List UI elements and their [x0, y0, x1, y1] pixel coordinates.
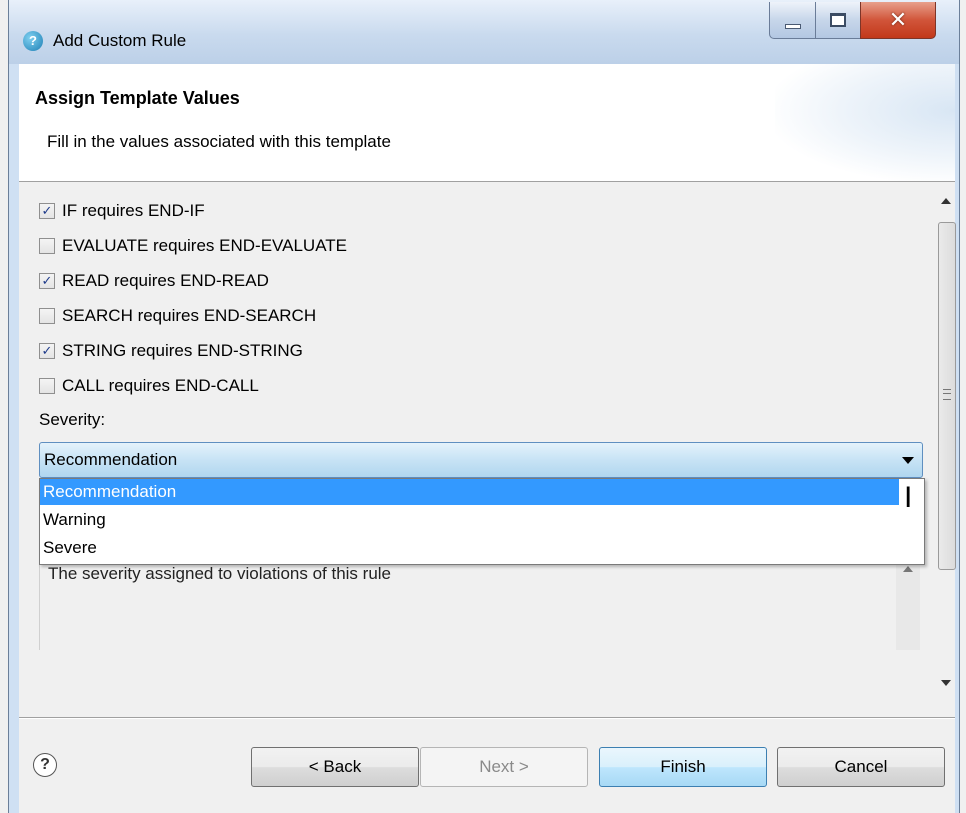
page-description: Fill in the values associated with this … [47, 132, 391, 151]
severity-dropdown-list: Recommendation Warning Severe I [39, 478, 925, 565]
checkbox-if-end-if[interactable]: ✓ IF requires END-IF [39, 198, 205, 224]
maximize-button[interactable] [815, 2, 861, 39]
minimize-button[interactable] [769, 2, 816, 39]
close-icon: ✕ [888, 7, 908, 32]
checkbox-string-end-string[interactable]: ✓ STRING requires END-STRING [39, 338, 303, 364]
checkbox-label: IF requires END-IF [62, 201, 205, 220]
help-icon[interactable]: ? [33, 753, 57, 777]
severity-combo[interactable]: Recommendation [39, 442, 923, 478]
template-values-panel: ✓ IF requires END-IF EVALUATE requires E… [19, 182, 956, 712]
panel-scrollbar[interactable] [937, 192, 956, 694]
dialog-client-area: Assign Template Values Fill in the value… [19, 64, 956, 813]
minimize-icon [784, 23, 801, 29]
checkbox-label: READ requires END-READ [62, 271, 269, 290]
severity-selected-value: Recommendation [44, 450, 178, 469]
scroll-down-icon[interactable] [941, 680, 951, 686]
page-title: Assign Template Values [35, 88, 240, 108]
title-bar[interactable]: ? Add Custom Rule ✕ [9, 0, 959, 64]
scrollbar-thumb[interactable] [938, 222, 956, 570]
checkbox-icon[interactable]: ✓ [39, 343, 55, 359]
severity-description: The severity assigned to violations of t… [48, 564, 392, 583]
wizard-header: Assign Template Values Fill in the value… [19, 64, 955, 182]
close-button[interactable]: ✕ [860, 2, 936, 39]
window-title: Add Custom Rule [53, 31, 187, 50]
checkbox-search-end-search[interactable]: SEARCH requires END-SEARCH [39, 303, 316, 329]
checkbox-icon[interactable]: ✓ [39, 273, 55, 289]
checkbox-icon[interactable] [39, 238, 55, 254]
scroll-up-icon[interactable] [941, 198, 951, 204]
severity-label: Severity: [39, 410, 106, 429]
back-button[interactable]: < Back [251, 747, 419, 787]
checkbox-icon[interactable]: ✓ [39, 203, 55, 219]
description-scrollbar[interactable] [896, 560, 920, 650]
checkbox-label: CALL requires END-CALL [62, 376, 259, 395]
checkbox-label: EVALUATE requires END-EVALUATE [62, 236, 347, 255]
checkbox-icon[interactable] [39, 308, 55, 324]
next-button[interactable]: Next > [420, 747, 588, 787]
checkbox-call-end-call[interactable]: CALL requires END-CALL [39, 373, 259, 399]
header-decoration [775, 64, 955, 181]
text-cursor-icon: I [904, 481, 913, 514]
severity-description-box: The severity assigned to violations of t… [39, 560, 920, 650]
checkbox-label: SEARCH requires END-SEARCH [62, 306, 317, 325]
scroll-up-icon[interactable] [903, 566, 913, 572]
checkbox-evaluate-end-evaluate[interactable]: EVALUATE requires END-EVALUATE [39, 233, 347, 259]
dropdown-option-severe[interactable]: Severe [43, 535, 881, 561]
app-logo-icon: ? [23, 31, 43, 51]
finish-button[interactable]: Finish [599, 747, 767, 787]
dropdown-option-warning[interactable]: Warning [43, 507, 881, 533]
grip-icon [943, 389, 951, 400]
checkbox-icon[interactable] [39, 378, 55, 394]
dialog-window: ? Add Custom Rule ✕ Assign Template Valu… [8, 0, 960, 813]
chevron-down-icon[interactable] [902, 457, 914, 464]
checkbox-label: STRING requires END-STRING [62, 341, 303, 360]
button-bar-divider [19, 717, 955, 719]
checkbox-read-end-read[interactable]: ✓ READ requires END-READ [39, 268, 269, 294]
maximize-icon [830, 13, 846, 27]
cancel-button[interactable]: Cancel [777, 747, 945, 787]
dropdown-option-recommendation[interactable]: Recommendation [40, 479, 899, 505]
